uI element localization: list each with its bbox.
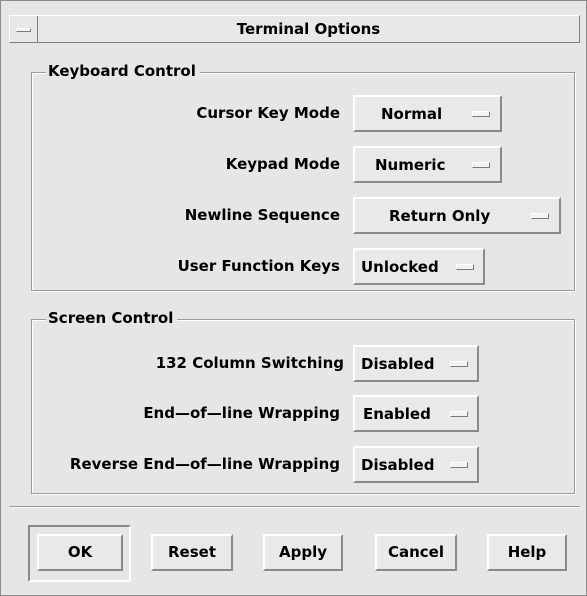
user-function-keys-menu[interactable]: Unlocked: [353, 248, 485, 285]
terminal-options-dialog: Terminal Options Keyboard Control Cursor…: [0, 0, 587, 596]
newline-sequence-menu[interactable]: Return Only: [353, 197, 561, 234]
keyboard-control-title: Keyboard Control: [46, 62, 200, 80]
button-separator: [9, 506, 580, 508]
column-switching-label: 132 Column Switching: [155, 354, 344, 372]
eol-wrapping-label: End—of—line Wrapping: [143, 404, 340, 422]
screen-control-title: Screen Control: [46, 309, 178, 327]
apply-button[interactable]: Apply: [263, 534, 343, 571]
window-title: Terminal Options: [236, 20, 381, 38]
help-button[interactable]: Help: [487, 534, 567, 571]
keypad-mode-menu[interactable]: Numeric: [353, 146, 502, 183]
user-function-keys-label: User Function Keys: [177, 257, 340, 275]
option-menu-indicator-icon: [456, 264, 474, 270]
cancel-button[interactable]: Cancel: [375, 534, 457, 571]
cursor-key-mode-label: Cursor Key Mode: [196, 104, 340, 122]
column-switching-value: Disabled: [361, 355, 435, 373]
option-menu-indicator-icon: [450, 361, 468, 367]
reset-button[interactable]: Reset: [151, 534, 233, 571]
user-function-keys-value: Unlocked: [361, 258, 439, 276]
window-menu-icon: [16, 28, 31, 32]
eol-wrapping-value: Enabled: [363, 405, 431, 423]
reverse-eol-wrapping-label: Reverse End—of—line Wrapping: [69, 455, 340, 473]
reverse-eol-wrapping-value: Disabled: [361, 456, 435, 474]
newline-sequence-label: Newline Sequence: [184, 206, 340, 224]
option-menu-indicator-icon: [472, 111, 490, 117]
keypad-mode-label: Keypad Mode: [225, 155, 340, 173]
cursor-key-mode-menu[interactable]: Normal: [353, 95, 502, 132]
cursor-key-mode-value: Normal: [381, 105, 443, 123]
option-menu-indicator-icon: [450, 462, 468, 468]
reverse-eol-wrapping-menu[interactable]: Disabled: [353, 446, 479, 483]
option-menu-indicator-icon: [472, 162, 490, 168]
option-menu-indicator-icon: [450, 411, 468, 417]
option-menu-indicator-icon: [531, 213, 549, 219]
title-bar[interactable]: Terminal Options: [9, 15, 580, 43]
keypad-mode-value: Numeric: [375, 156, 446, 174]
window-menu-button[interactable]: [10, 16, 38, 42]
eol-wrapping-menu[interactable]: Enabled: [353, 395, 479, 432]
column-switching-menu[interactable]: Disabled: [353, 345, 479, 382]
newline-sequence-value: Return Only: [389, 207, 491, 225]
ok-button[interactable]: OK: [37, 534, 123, 571]
